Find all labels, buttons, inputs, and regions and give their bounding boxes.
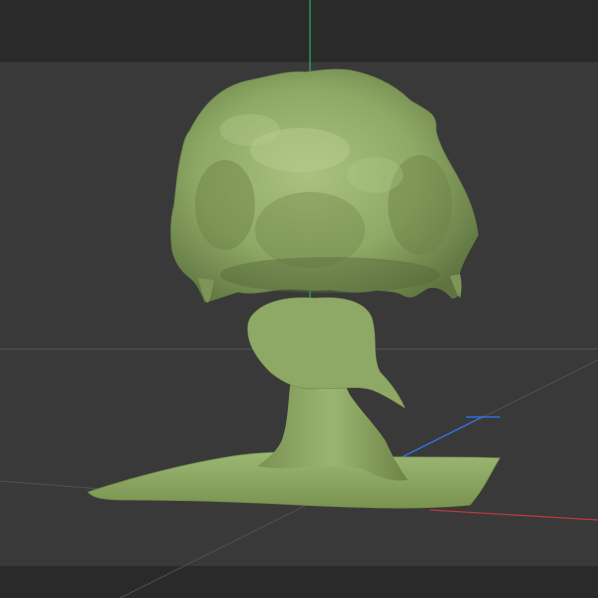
canopy-bottom-shadow [220,257,440,293]
canopy-shadow-left [195,160,255,250]
x-axis-line [429,509,598,521]
canopy-highlight-right [347,157,403,193]
3d-viewport-app [0,0,598,598]
y-axis-line [399,415,485,459]
canopy-shadow-center [255,192,365,268]
canopy-highlight-mid [220,114,280,146]
tree-model[interactable] [87,68,501,509]
viewport-scene[interactable] [0,0,598,598]
